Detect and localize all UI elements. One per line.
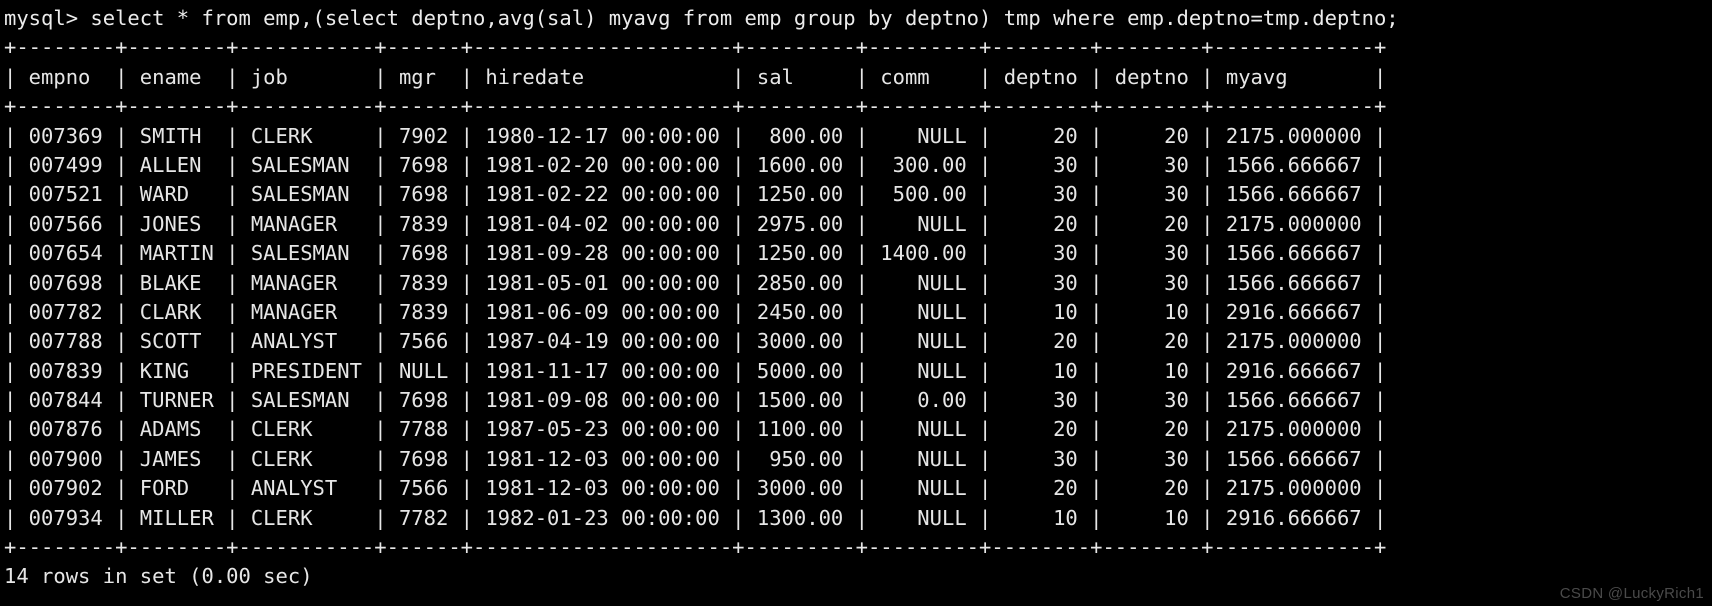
table-header-border: +--------+--------+-----------+------+--… [4,92,1712,121]
table-row: | 007788 | SCOTT | ANALYST | 7566 | 1987… [4,327,1712,356]
table-row: | 007499 | ALLEN | SALESMAN | 7698 | 198… [4,151,1712,180]
table-bottom-border: +--------+--------+-----------+------+--… [4,533,1712,562]
table-row: | 007782 | CLARK | MANAGER | 7839 | 1981… [4,298,1712,327]
table-row: | 007876 | ADAMS | CLERK | 7788 | 1987-0… [4,415,1712,444]
table-row: | 007839 | KING | PRESIDENT | NULL | 198… [4,357,1712,386]
terminal-window[interactable]: mysql> select * from emp,(select deptno,… [0,0,1712,606]
csdn-watermark: CSDN @LuckyRich1 [1560,585,1704,602]
table-row: | 007521 | WARD | SALESMAN | 7698 | 1981… [4,180,1712,209]
table-row: | 007566 | JONES | MANAGER | 7839 | 1981… [4,210,1712,239]
mysql-prompt-line: mysql> select * from emp,(select deptno,… [4,4,1712,33]
table-top-border: +--------+--------+-----------+------+--… [4,33,1712,62]
table-body: | 007369 | SMITH | CLERK | 7902 | 1980-1… [4,122,1712,533]
table-row: | 007844 | TURNER | SALESMAN | 7698 | 19… [4,386,1712,415]
table-row: | 007902 | FORD | ANALYST | 7566 | 1981-… [4,474,1712,503]
table-row: | 007934 | MILLER | CLERK | 7782 | 1982-… [4,504,1712,533]
table-row: | 007698 | BLAKE | MANAGER | 7839 | 1981… [4,269,1712,298]
table-row: | 007900 | JAMES | CLERK | 7698 | 1981-1… [4,445,1712,474]
table-row: | 007654 | MARTIN | SALESMAN | 7698 | 19… [4,239,1712,268]
rows-in-set-status: 14 rows in set (0.00 sec) [4,562,1712,591]
table-header-row: | empno | ename | job | mgr | hiredate |… [4,63,1712,92]
table-row: | 007369 | SMITH | CLERK | 7902 | 1980-1… [4,122,1712,151]
